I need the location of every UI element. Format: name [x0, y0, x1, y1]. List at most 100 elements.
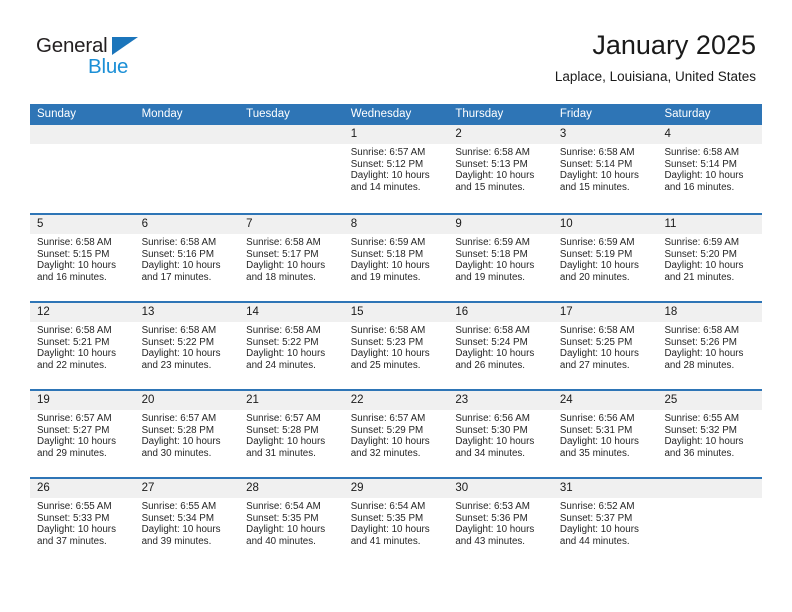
day-details: Sunrise: 6:56 AM Sunset: 5:31 PM Daylight:…: [553, 410, 658, 459]
day-details: Sunrise: 6:59 AM Sunset: 5:20 PM Daylight:…: [657, 234, 762, 283]
day-cell[interactable]: 25 Sunrise: 6:55 AM Sunset: 5:32 PM Dayligh…: [657, 391, 763, 477]
general-blue-logo[interactable]: General Blue: [36, 35, 236, 84]
day-daylight-line1-text: Daylight: 10 hours: [559, 170, 639, 182]
day-sunset-text: Sunset: 5:21 PM: [37, 336, 110, 348]
day-details: Sunrise: 6:58 AM Sunset: 5:25 PM Daylight:…: [553, 322, 658, 371]
weekday-header-saturday: Saturday: [664, 108, 711, 120]
day-daylight-line2-text: and 21 minutes.: [664, 271, 735, 283]
day-sunrise-text: Sunrise: 6:58 AM: [664, 147, 740, 158]
day-cell[interactable]: 10 Sunrise: 6:59 AM Sunset: 5:19 PM Dayligh…: [552, 215, 658, 301]
day-daylight-line1-text: Daylight: 10 hours: [559, 348, 639, 360]
day-cell[interactable]: 26 Sunrise: 6:55 AM Sunset: 5:33 PM Dayligh…: [30, 479, 135, 565]
day-number: 18: [657, 303, 763, 322]
day-cell[interactable]: 1 Sunrise: 6:57 AM Sunset: 5:12 PM Daylight…: [343, 125, 449, 213]
day-sunrise-text: Sunrise: 6:57 AM: [141, 413, 217, 424]
day-cell[interactable]: 9 Sunrise: 6:59 AM Sunset: 5:18 PM Daylight…: [448, 215, 553, 301]
day-daylight-line2-text: and 19 minutes.: [455, 271, 526, 283]
day-daylight-line2-text: and 40 minutes.: [246, 535, 316, 547]
day-daylight-line2-text: and 23 minutes.: [141, 359, 212, 371]
day-cell[interactable]: 2 Sunrise: 6:58 AM Sunset: 5:13 PM Daylight…: [448, 125, 553, 213]
day-cell[interactable]: 23 Sunrise: 6:56 AM Sunset: 5:30 PM Dayligh…: [448, 391, 553, 477]
day-number: 16: [448, 303, 553, 322]
day-cell[interactable]: 19 Sunrise: 6:57 AM Sunset: 5:27 PM Dayligh…: [30, 391, 135, 477]
day-details: Sunrise: 6:59 AM Sunset: 5:19 PM Daylight:…: [553, 234, 658, 283]
day-cell[interactable]: 4 Sunrise: 6:58 AM Sunset: 5:14 PM Daylight…: [657, 125, 763, 213]
day-daylight-line2-text: and 29 minutes.: [37, 447, 107, 459]
day-sunset-text: Sunset: 5:33 PM: [37, 512, 110, 524]
day-cell[interactable]: 28 Sunrise: 6:54 AM Sunset: 5:35 PM Dayligh…: [239, 479, 344, 565]
day-sunset-text: Sunset: 5:24 PM: [455, 336, 528, 348]
day-sunrise-text: Sunrise: 6:55 AM: [141, 501, 217, 512]
day-details: Sunrise: 6:52 AM Sunset: 5:37 PM Daylight:…: [553, 498, 658, 547]
day-cell[interactable]: 24 Sunrise: 6:56 AM Sunset: 5:31 PM Dayligh…: [552, 391, 658, 477]
day-daylight-line1-text: Daylight: 10 hours: [246, 260, 326, 272]
day-sunset-text: Sunset: 5:36 PM: [455, 512, 528, 524]
day-number: 2: [448, 125, 553, 144]
day-cell[interactable]: 20 Sunrise: 6:57 AM Sunset: 5:28 PM Dayligh…: [134, 391, 240, 477]
day-cell[interactable]: 8 Sunrise: 6:59 AM Sunset: 5:18 PM Daylight…: [343, 215, 449, 301]
day-cell-empty: [134, 125, 240, 213]
day-number: 21: [239, 391, 344, 410]
day-cell[interactable]: 11 Sunrise: 6:59 AM Sunset: 5:20 PM Dayligh…: [657, 215, 763, 301]
day-cell[interactable]: 15 Sunrise: 6:58 AM Sunset: 5:23 PM Dayligh…: [343, 303, 449, 389]
day-sunset-text: Sunset: 5:16 PM: [141, 248, 215, 260]
day-number: [657, 479, 763, 498]
day-sunset-text: Sunset: 5:35 PM: [246, 512, 319, 524]
day-sunset-text: Sunset: 5:31 PM: [559, 424, 633, 436]
day-daylight-line1-text: Daylight: 10 hours: [37, 524, 116, 536]
day-cell[interactable]: 30 Sunrise: 6:53 AM Sunset: 5:36 PM Dayligh…: [448, 479, 553, 565]
day-details: Sunrise: 6:58 AM Sunset: 5:14 PM Daylight:…: [553, 144, 658, 193]
day-number: 11: [657, 215, 763, 234]
day-sunrise-text: Sunrise: 6:59 AM: [664, 237, 740, 248]
day-cell[interactable]: 31 Sunrise: 6:52 AM Sunset: 5:37 PM Dayligh…: [552, 479, 658, 565]
day-cell[interactable]: 18 Sunrise: 6:58 AM Sunset: 5:26 PM Dayligh…: [657, 303, 763, 389]
day-cell[interactable]: 6 Sunrise: 6:58 AM Sunset: 5:16 PM Daylight…: [134, 215, 240, 301]
day-sunset-text: Sunset: 5:22 PM: [141, 336, 215, 348]
day-sunrise-text: Sunrise: 6:58 AM: [37, 325, 112, 336]
day-sunrise-text: Sunrise: 6:58 AM: [559, 147, 635, 158]
day-number: 28: [239, 479, 344, 498]
day-daylight-line2-text: and 43 minutes.: [455, 535, 526, 547]
day-sunrise-text: Sunrise: 6:56 AM: [559, 413, 635, 424]
day-sunrise-text: Sunrise: 6:59 AM: [350, 237, 426, 248]
day-details: Sunrise: 6:54 AM Sunset: 5:35 PM Daylight:…: [239, 498, 344, 547]
day-details: Sunrise: 6:57 AM Sunset: 5:29 PM Daylight:…: [344, 410, 449, 459]
day-details: Sunrise: 6:59 AM Sunset: 5:18 PM Daylight:…: [448, 234, 553, 283]
day-cell[interactable]: 5 Sunrise: 6:58 AM Sunset: 5:15 PM Daylight…: [30, 215, 135, 301]
day-cell[interactable]: 21 Sunrise: 6:57 AM Sunset: 5:28 PM Dayligh…: [239, 391, 344, 477]
day-cell[interactable]: 3 Sunrise: 6:58 AM Sunset: 5:14 PM Daylight…: [552, 125, 658, 213]
day-daylight-line1-text: Daylight: 10 hours: [141, 348, 221, 360]
day-daylight-line2-text: and 36 minutes.: [664, 447, 735, 459]
day-daylight-line2-text: and 26 minutes.: [455, 359, 526, 371]
day-number: 24: [552, 391, 658, 410]
day-daylight-line1-text: Daylight: 10 hours: [246, 348, 326, 360]
day-number: 26: [30, 479, 135, 498]
day-cell[interactable]: 29 Sunrise: 6:54 AM Sunset: 5:35 PM Dayligh…: [343, 479, 449, 565]
day-cell[interactable]: 16 Sunrise: 6:58 AM Sunset: 5:24 PM Dayligh…: [448, 303, 553, 389]
day-cell[interactable]: 13 Sunrise: 6:58 AM Sunset: 5:22 PM Dayligh…: [134, 303, 240, 389]
day-number: [134, 125, 240, 144]
day-number: 29: [343, 479, 449, 498]
day-cell[interactable]: 12 Sunrise: 6:58 AM Sunset: 5:21 PM Dayligh…: [30, 303, 135, 389]
day-sunrise-text: Sunrise: 6:54 AM: [246, 501, 321, 512]
day-number: 23: [448, 391, 553, 410]
day-daylight-line2-text: and 37 minutes.: [37, 535, 107, 547]
day-daylight-line1-text: Daylight: 10 hours: [455, 524, 535, 536]
day-sunset-text: Sunset: 5:30 PM: [455, 424, 528, 436]
day-sunset-text: Sunset: 5:20 PM: [664, 248, 737, 260]
day-cell[interactable]: 7 Sunrise: 6:58 AM Sunset: 5:17 PM Daylight…: [239, 215, 344, 301]
day-daylight-line2-text: and 28 minutes.: [664, 359, 735, 371]
day-number: 1: [343, 125, 449, 144]
day-daylight-line1-text: Daylight: 10 hours: [37, 348, 116, 360]
day-daylight-line2-text: and 32 minutes.: [350, 447, 421, 459]
day-cell[interactable]: 17 Sunrise: 6:58 AM Sunset: 5:25 PM Dayligh…: [552, 303, 658, 389]
day-number: 6: [134, 215, 240, 234]
day-cell[interactable]: 14 Sunrise: 6:58 AM Sunset: 5:22 PM Dayligh…: [239, 303, 344, 389]
day-number: 12: [30, 303, 135, 322]
day-cell[interactable]: 22 Sunrise: 6:57 AM Sunset: 5:29 PM Dayligh…: [343, 391, 449, 477]
day-details: Sunrise: 6:55 AM Sunset: 5:33 PM Daylight:…: [30, 498, 135, 547]
day-sunset-text: Sunset: 5:35 PM: [350, 512, 424, 524]
day-cell[interactable]: 27 Sunrise: 6:55 AM Sunset: 5:34 PM Dayligh…: [134, 479, 240, 565]
day-daylight-line2-text: and 17 minutes.: [141, 271, 212, 283]
day-details: Sunrise: 6:57 AM Sunset: 5:27 PM Daylight:…: [30, 410, 135, 459]
